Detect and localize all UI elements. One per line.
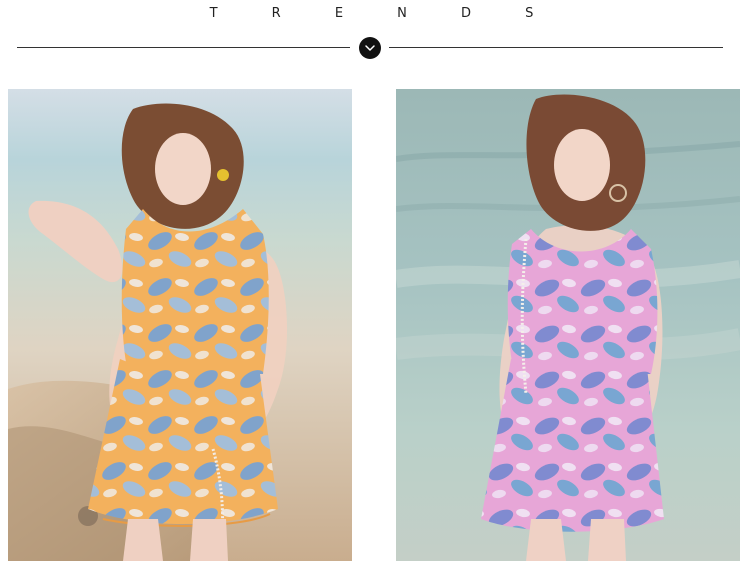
model-photo-pink <box>396 89 740 561</box>
model-photo-orange <box>8 89 352 561</box>
header-divider-right <box>389 47 723 48</box>
trends-header: T R E N D S <box>0 0 748 70</box>
chevron-down-icon[interactable] <box>359 37 381 59</box>
trends-title: T R E N D S <box>209 6 559 21</box>
header-divider-left <box>17 47 350 48</box>
